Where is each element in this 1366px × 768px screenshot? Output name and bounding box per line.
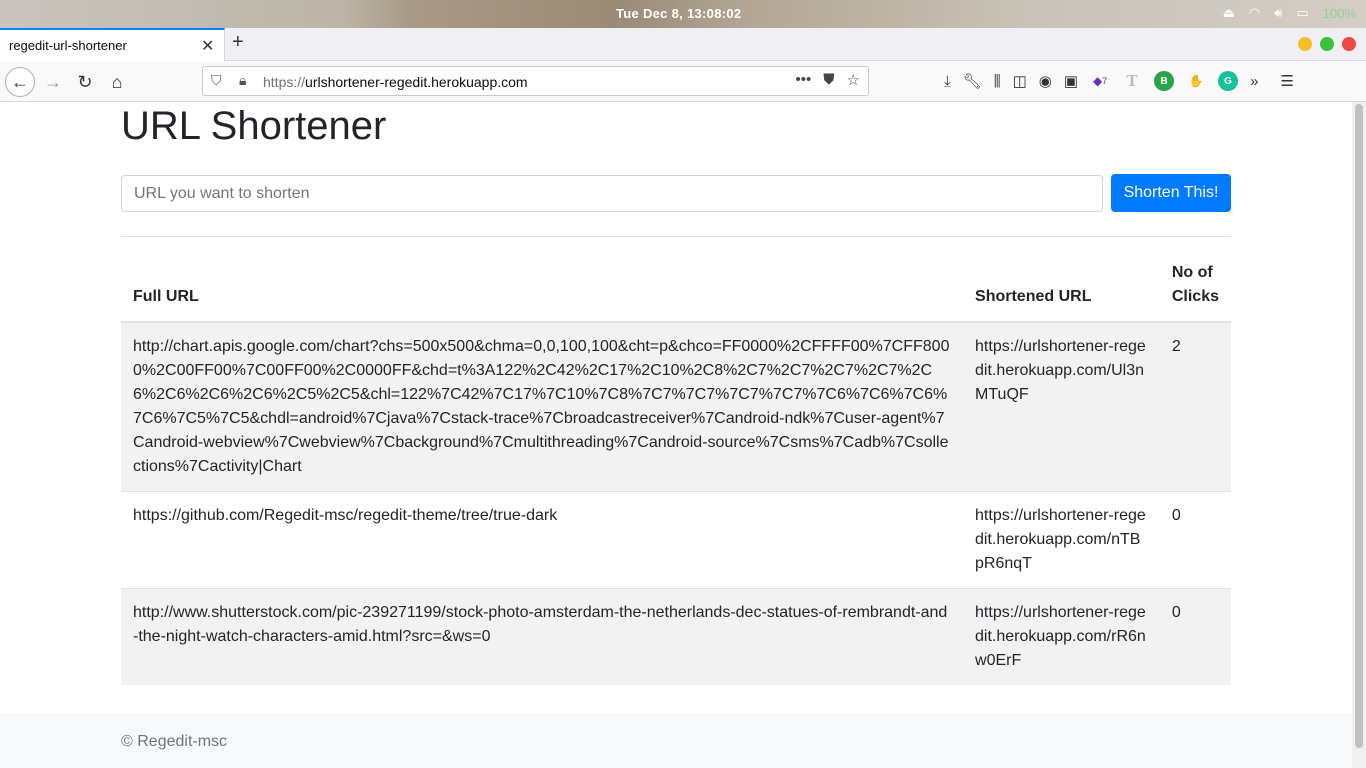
clicks-cell: 2 bbox=[1159, 321, 1231, 492]
url-text[interactable]: https://urlshortener-regedit.herokuapp.c… bbox=[263, 74, 528, 90]
home-icon[interactable]: ⌂ bbox=[102, 67, 132, 97]
eject-icon[interactable]: ⏏ bbox=[1223, 5, 1235, 21]
system-clock[interactable]: Tue Dec 8, 13:08:02 bbox=[616, 6, 741, 21]
extension-badge-icon[interactable]: ◆ 7 bbox=[1090, 71, 1110, 91]
minimize-button[interactable] bbox=[1298, 37, 1312, 51]
footer-copyright: © Regedit-msc bbox=[121, 733, 228, 750]
short-url-cell[interactable]: https://urlshortener-regedit.herokuapp.c… bbox=[963, 491, 1160, 589]
page-title: URL Shortener bbox=[121, 104, 387, 148]
header-clicks: No of Clicks bbox=[1159, 249, 1231, 323]
scrollbar-thumb[interactable] bbox=[1355, 104, 1363, 748]
account-icon[interactable]: ◉ bbox=[1039, 72, 1052, 90]
table-row: http://www.shutterstock.com/pic-23927119… bbox=[121, 588, 1231, 685]
menu-icon[interactable]: ☰ bbox=[1280, 72, 1293, 90]
header-full-url: Full URL bbox=[121, 249, 964, 323]
forward-icon[interactable]: → bbox=[38, 67, 68, 97]
short-url-cell[interactable]: https://urlshortener-regedit.herokuapp.c… bbox=[963, 588, 1160, 685]
urls-table: Full URL Shortened URL No of Clicks http… bbox=[121, 249, 1231, 685]
volume-icon[interactable]: 🔊︎ bbox=[1274, 5, 1282, 21]
table-row: https://github.com/Regedit-msc/regedit-t… bbox=[121, 491, 1231, 589]
pocket-icon[interactable]: ⛊ bbox=[823, 71, 834, 89]
extension-badge-count: 7 bbox=[1102, 76, 1108, 86]
new-tab-icon[interactable]: + bbox=[232, 31, 244, 54]
url-input[interactable] bbox=[121, 175, 1103, 212]
lock-icon[interactable]: 🔒︎ bbox=[239, 72, 246, 89]
footer: © Regedit-msc bbox=[0, 713, 1352, 768]
tab-active[interactable]: regedit-url-shortener ✕ bbox=[0, 28, 225, 61]
close-window-button[interactable] bbox=[1342, 37, 1356, 51]
battery-percent: 100% bbox=[1322, 5, 1356, 21]
shorten-button[interactable]: Shorten This! bbox=[1111, 174, 1231, 212]
battery-icon[interactable]: ▭ bbox=[1296, 5, 1308, 21]
close-tab-icon[interactable]: ✕ bbox=[201, 36, 214, 56]
toolbar-icons: ⤓ 🔧︎ ⫼ ◫ ◉ ▣ ◆ 7 T B ✋ G » ☰ bbox=[944, 71, 1294, 91]
overflow-icon[interactable]: » bbox=[1250, 73, 1258, 90]
text-extension-icon[interactable]: T bbox=[1122, 71, 1142, 91]
os-top-bar: Tue Dec 8, 13:08:02 ⏏ ◠ 🔊︎ ▭ 100% bbox=[0, 0, 1366, 28]
short-url-cell[interactable]: https://urlshortener-regedit.herokuapp.c… bbox=[963, 321, 1160, 492]
library-icon[interactable]: ⫼ bbox=[994, 73, 1001, 90]
full-url-cell: https://github.com/Regedit-msc/regedit-t… bbox=[121, 491, 964, 589]
b-extension-icon[interactable]: B bbox=[1154, 71, 1175, 91]
clicks-cell: 0 bbox=[1159, 588, 1231, 685]
back-icon[interactable]: ← bbox=[5, 67, 35, 97]
tab-strip: regedit-url-shortener ✕ + bbox=[0, 28, 1366, 61]
header-shortened-url: Shortened URL bbox=[963, 249, 1160, 323]
sidebar-icon[interactable]: ◫ bbox=[1013, 72, 1027, 90]
full-url-cell: http://www.shutterstock.com/pic-23927119… bbox=[121, 588, 964, 685]
url-protocol: https:// bbox=[263, 74, 306, 90]
gnome-extension-icon[interactable]: ✋ bbox=[1186, 71, 1206, 91]
download-icon[interactable]: ⤓ bbox=[944, 73, 951, 90]
clicks-cell: 0 bbox=[1159, 491, 1231, 589]
wifi-icon[interactable]: ◠ bbox=[1249, 5, 1260, 21]
tab-title: regedit-url-shortener bbox=[9, 38, 127, 53]
navigation-toolbar: ← → ↻ ⌂ ⛉ 🔒︎ https://urlshortener-regedi… bbox=[0, 61, 1366, 102]
star-icon[interactable]: ☆ bbox=[847, 71, 860, 89]
url-host: urlshortener-regedit.herokuapp.com bbox=[305, 74, 528, 90]
page-content: URL Shortener Shorten This! Full URL Sho… bbox=[0, 102, 1352, 768]
address-bar[interactable]: ⛉ 🔒︎ https://urlshortener-regedit.heroku… bbox=[202, 66, 869, 96]
table-header-row: Full URL Shortened URL No of Clicks bbox=[121, 249, 1231, 323]
wrench-icon[interactable]: 🔧︎ bbox=[963, 72, 982, 90]
reload-icon[interactable]: ↻ bbox=[70, 67, 100, 97]
url-actions: ••• ⛊ ☆ bbox=[796, 71, 860, 89]
screenshot-extension-icon[interactable]: ▣ bbox=[1064, 72, 1078, 90]
window-controls bbox=[1298, 37, 1356, 51]
shield-icon[interactable]: ⛉ bbox=[211, 72, 222, 89]
page-scrollbar[interactable] bbox=[1352, 102, 1366, 768]
grammarly-icon[interactable]: G bbox=[1218, 71, 1239, 91]
table-row: http://chart.apis.google.com/chart?chs=5… bbox=[121, 321, 1231, 492]
maximize-button[interactable] bbox=[1320, 37, 1334, 51]
full-url-cell: http://chart.apis.google.com/chart?chs=5… bbox=[121, 321, 964, 492]
divider bbox=[121, 236, 1231, 237]
system-tray: ⏏ ◠ 🔊︎ ▭ 100% bbox=[1223, 5, 1356, 21]
more-icon[interactable]: ••• bbox=[796, 71, 812, 89]
